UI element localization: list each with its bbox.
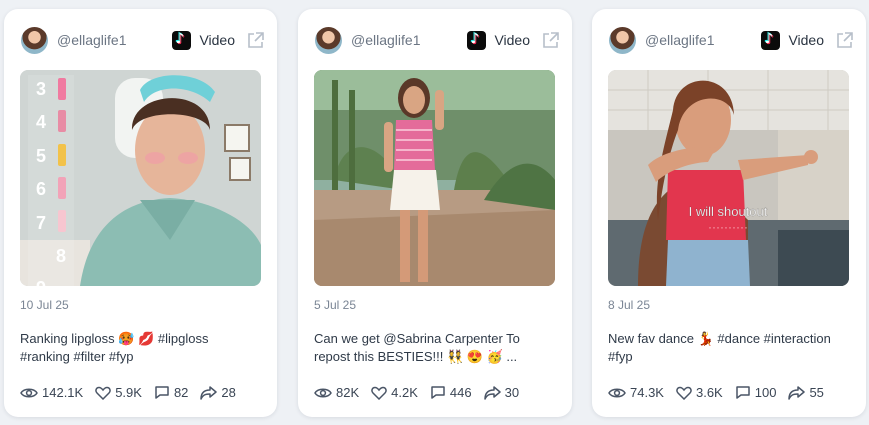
post-date: 8 Jul 25 bbox=[608, 298, 651, 312]
comment-icon bbox=[155, 386, 169, 399]
comments-count: 82 bbox=[173, 385, 189, 400]
video-thumbnail[interactable]: I will shoutout ·········· bbox=[608, 70, 849, 286]
likes-count: 4.2K bbox=[391, 385, 418, 400]
views-stat: 74.3K bbox=[608, 385, 664, 400]
card-header: @ellaglife1 Video bbox=[315, 25, 559, 55]
overlay-number: 6 bbox=[36, 179, 46, 199]
video-thumbnail[interactable]: 3 4 5 6 7 8 9 bbox=[20, 70, 261, 286]
card-header: @ellaglife1 Video bbox=[21, 25, 264, 55]
likes-stat: 4.2K bbox=[371, 385, 418, 400]
heart-icon bbox=[95, 386, 111, 400]
platform-label: Video bbox=[788, 32, 824, 48]
avatar[interactable] bbox=[609, 26, 636, 54]
comments-stat: 446 bbox=[430, 385, 472, 400]
account-handle[interactable]: @ellaglife1 bbox=[57, 32, 172, 48]
likes-stat: 5.9K bbox=[95, 385, 142, 400]
likes-stat: 3.6K bbox=[676, 385, 723, 400]
eye-icon bbox=[314, 388, 332, 397]
overlay-number: 7 bbox=[36, 213, 46, 233]
overlay-number: 8 bbox=[56, 246, 66, 266]
account-handle[interactable]: @ellaglife1 bbox=[351, 32, 467, 48]
post-caption: Can we get @Sabrina Carpenter To repost … bbox=[314, 331, 520, 364]
comment-icon bbox=[431, 386, 445, 399]
engagement-stats: 142.1K 5.9K 82 28 bbox=[20, 385, 267, 400]
svg-text:··········: ·········· bbox=[708, 220, 748, 234]
overlay-number: 3 bbox=[36, 79, 46, 99]
engagement-stats: 82K 4.2K 446 30 bbox=[314, 385, 562, 400]
comment-icon bbox=[735, 386, 750, 399]
comments-count: 100 bbox=[754, 385, 777, 400]
account-handle[interactable]: @ellaglife1 bbox=[645, 32, 761, 48]
views-stat: 142.1K bbox=[20, 385, 83, 400]
tiktok-icon bbox=[467, 30, 487, 50]
avatar[interactable] bbox=[21, 26, 48, 54]
thumbnail-overlay-text: I will shoutout bbox=[689, 204, 768, 219]
post-card[interactable]: @ellaglife1 Video bbox=[298, 9, 572, 417]
comments-stat: 82 bbox=[154, 385, 188, 400]
platform-label: Video bbox=[199, 32, 235, 48]
views-count: 82K bbox=[336, 385, 360, 400]
overlay-number: 5 bbox=[36, 146, 46, 166]
share-icon bbox=[483, 385, 501, 400]
share-icon bbox=[788, 385, 806, 400]
shares-count: 28 bbox=[221, 385, 236, 400]
comments-stat: 100 bbox=[735, 385, 777, 400]
post-card[interactable]: @ellaglife1 Video bbox=[4, 9, 277, 417]
post-caption: New fav dance 💃 #dance #interaction #fyp bbox=[608, 331, 831, 364]
shares-count: 55 bbox=[809, 385, 824, 400]
external-link-icon[interactable] bbox=[836, 32, 853, 48]
external-link-icon[interactable] bbox=[247, 32, 264, 48]
avatar[interactable] bbox=[315, 26, 342, 54]
external-link-icon[interactable] bbox=[542, 32, 559, 48]
eye-icon bbox=[20, 388, 38, 397]
views-count: 142.1K bbox=[42, 385, 84, 400]
post-date: 10 Jul 25 bbox=[20, 298, 69, 312]
likes-count: 3.6K bbox=[695, 385, 723, 400]
tiktok-icon bbox=[761, 30, 781, 50]
video-thumbnail[interactable] bbox=[314, 70, 555, 286]
shares-stat: 28 bbox=[200, 385, 236, 400]
heart-icon bbox=[676, 386, 692, 400]
engagement-stats: 74.3K 3.6K 100 55 bbox=[608, 385, 856, 400]
post-caption: Ranking lipgloss 🥵 💋 #lipgloss #ranking … bbox=[20, 331, 209, 364]
post-date: 5 Jul 25 bbox=[314, 298, 357, 312]
overlay-number: 9 bbox=[36, 278, 46, 286]
shares-stat: 55 bbox=[788, 385, 824, 400]
tiktok-icon bbox=[172, 30, 192, 50]
views-count: 74.3K bbox=[630, 385, 664, 400]
post-grid: @ellaglife1 Video bbox=[0, 0, 869, 425]
views-stat: 82K bbox=[314, 385, 359, 400]
heart-icon bbox=[371, 386, 387, 400]
overlay-number: 4 bbox=[36, 112, 46, 132]
share-icon bbox=[200, 385, 218, 400]
eye-icon bbox=[608, 388, 626, 397]
card-header: @ellaglife1 Video bbox=[609, 25, 853, 55]
comments-count: 446 bbox=[449, 385, 472, 400]
likes-count: 5.9K bbox=[115, 385, 142, 400]
shares-stat: 30 bbox=[483, 385, 520, 400]
shares-count: 30 bbox=[504, 385, 520, 400]
platform-label: Video bbox=[494, 32, 530, 48]
post-card[interactable]: @ellaglife1 Video bbox=[592, 9, 866, 417]
